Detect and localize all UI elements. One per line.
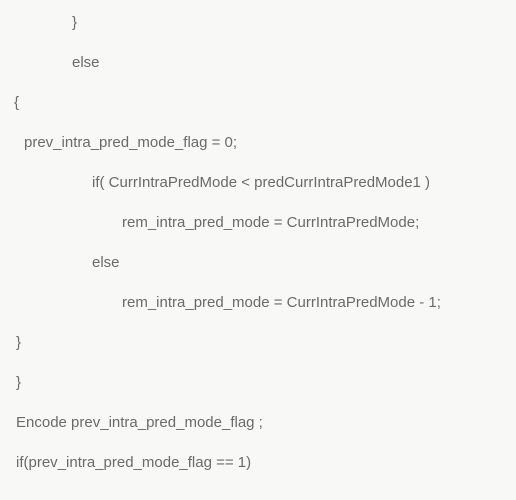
code-line: } bbox=[0, 372, 516, 393]
code-line: } bbox=[0, 12, 516, 33]
code-line: rem_intra_pred_mode = CurrIntraPredMode; bbox=[0, 212, 516, 233]
code-line: rem_intra_pred_mode = CurrIntraPredMode … bbox=[0, 292, 516, 313]
code-line: else bbox=[0, 52, 516, 73]
code-line: Encode prev_intra_pred_mode_flag ; bbox=[0, 412, 516, 433]
code-line: } bbox=[0, 332, 516, 353]
code-line: if(prev_intra_pred_mode_flag == 1) bbox=[0, 452, 516, 473]
code-line: if( CurrIntraPredMode < predCurrIntraPre… bbox=[0, 172, 516, 193]
code-line: { bbox=[0, 92, 516, 113]
code-line: prev_intra_pred_mode_flag = 0; bbox=[0, 132, 516, 153]
code-line: else bbox=[0, 252, 516, 273]
